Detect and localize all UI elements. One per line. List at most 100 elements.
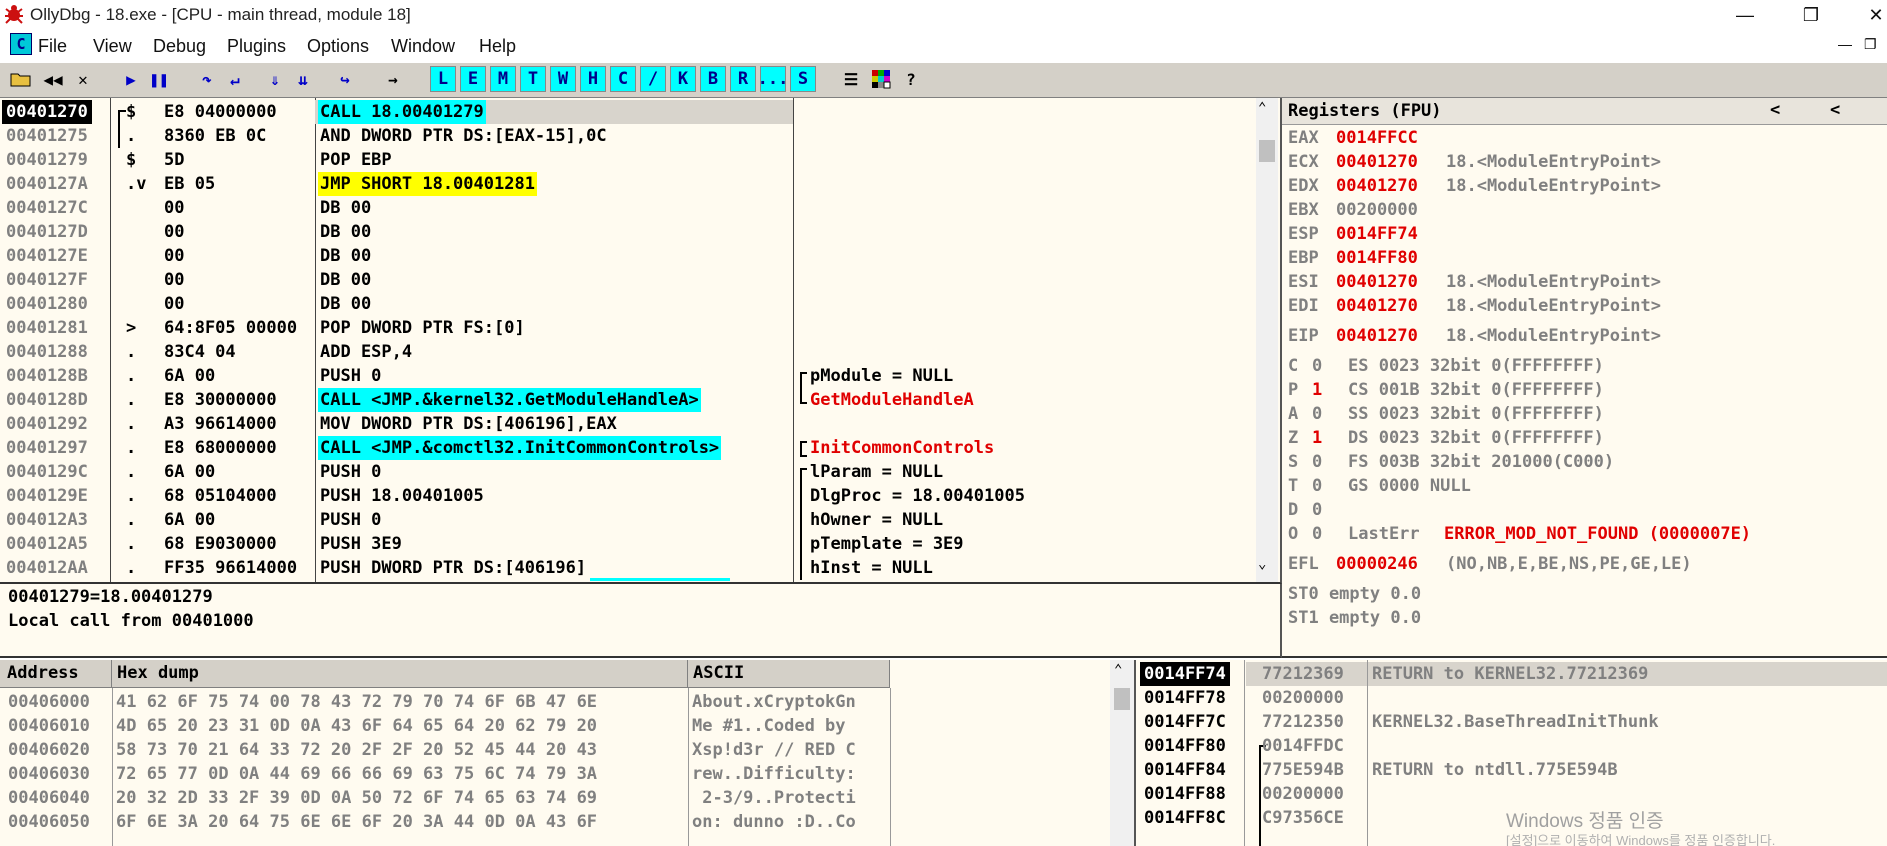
- tb-runtrace-button[interactable]: ...: [758, 66, 788, 92]
- dump-header-hex[interactable]: Hex dump: [112, 660, 688, 688]
- stack-row[interactable]: 0014FF84 775E594B RETURN to ntdll.775E594B: [1136, 758, 1887, 782]
- register-value[interactable]: 0014FFCC: [1336, 126, 1418, 150]
- menu-help[interactable]: Help: [479, 36, 516, 57]
- restart-icon[interactable]: ◀◀: [40, 66, 66, 92]
- disasm-row[interactable]: 0040127C 00 DB 00: [0, 196, 1256, 220]
- disasm-row[interactable]: 00401279 $5D POP EBP: [0, 148, 1256, 172]
- dump-scroll-up-icon[interactable]: ⌃: [1114, 662, 1122, 678]
- step-over-icon[interactable]: ↵: [222, 66, 248, 92]
- trace-into-icon[interactable]: ⇓: [262, 66, 288, 92]
- stack-row[interactable]: 0014FF88 00200000: [1136, 782, 1887, 806]
- disasm-row[interactable]: 0040129E. 68 05104000 PUSH 18.00401005 DlgP…: [0, 484, 1256, 508]
- tb-log-button[interactable]: L: [430, 66, 456, 92]
- tb-callstack-button[interactable]: K: [670, 66, 696, 92]
- stack-row[interactable]: 0014FF80 0014FFDC: [1136, 734, 1887, 758]
- close-button[interactable]: ✕: [1853, 0, 1887, 30]
- tb-cpu-button[interactable]: C: [610, 66, 636, 92]
- go-to-icon[interactable]: →: [380, 66, 406, 92]
- help-icon[interactable]: ?: [898, 66, 924, 92]
- trace-over-icon[interactable]: ⇊: [290, 66, 316, 92]
- flag-value[interactable]: 0: [1312, 498, 1322, 522]
- disasm-row[interactable]: 00401275. 8360 EB 0C AND DWORD PTR DS:[EAX…: [0, 124, 1256, 148]
- flag-value[interactable]: 1: [1312, 378, 1322, 402]
- tb-references-button[interactable]: R: [730, 66, 756, 92]
- stack-row[interactable]: 0014FF78 00200000: [1136, 686, 1887, 710]
- registers-prev-icon[interactable]: <: [1770, 100, 1780, 120]
- disasm-row[interactable]: 004012A5. 68 E9030000 PUSH 3E9 pTemplate = …: [0, 532, 1256, 556]
- restore-button[interactable]: ❐: [1788, 0, 1834, 30]
- mdi-minimize-button[interactable]: —: [1838, 36, 1852, 52]
- register-row[interactable]: ESP 0014FF74: [1288, 222, 1878, 246]
- disasm-row[interactable]: 0040127E 00 DB 00: [0, 244, 1256, 268]
- register-value[interactable]: 00401270: [1336, 294, 1418, 318]
- dump-header-ascii[interactable]: ASCII: [688, 660, 890, 688]
- register-row[interactable]: EBP 0014FF80: [1288, 246, 1878, 270]
- register-row[interactable]: EDI 00401270 18.<ModuleEntryPoint>: [1288, 294, 1878, 318]
- registers-next-icon[interactable]: <: [1830, 100, 1840, 120]
- pause-icon[interactable]: ❚❚: [146, 66, 172, 92]
- run-icon[interactable]: ▶: [118, 66, 144, 92]
- menu-debug[interactable]: Debug: [153, 36, 206, 57]
- menu-plugins[interactable]: Plugins: [227, 36, 286, 57]
- mdi-restore-button[interactable]: ❐: [1864, 36, 1877, 53]
- tb-source-button[interactable]: S: [790, 66, 816, 92]
- flag-value[interactable]: 0: [1312, 522, 1322, 546]
- dump-row[interactable]: 00406040 20 32 2D 33 2F 39 0D 0A 50 72 6F…: [0, 786, 1110, 810]
- step-into-icon[interactable]: ↷: [194, 66, 220, 92]
- tb-breakpoints-button[interactable]: B: [700, 66, 726, 92]
- disasm-row[interactable]: 00401297. E8 68000000 CALL <JMP.&comctl32.…: [0, 436, 1256, 460]
- scroll-thumb[interactable]: [1259, 140, 1275, 162]
- disasm-row[interactable]: 004012A3. 6A 00 PUSH 0 hOwner = NULL: [0, 508, 1256, 532]
- flag-row[interactable]: T 0 GS 0000 NULL: [1288, 474, 1878, 498]
- tb-memory-button[interactable]: M: [490, 66, 516, 92]
- flag-row[interactable]: D0: [1288, 498, 1878, 522]
- scroll-down-icon[interactable]: ⌄: [1258, 556, 1266, 572]
- disasm-row[interactable]: 00401281 >64:8F05 00000 POP DWORD PTR FS:[…: [0, 316, 1256, 340]
- menu-view[interactable]: View: [93, 36, 132, 57]
- flag-row[interactable]: S 0 FS 003B 32bit 201000(C000): [1288, 450, 1878, 474]
- tb-threads-button[interactable]: T: [520, 66, 546, 92]
- dump-row[interactable]: 00406030 72 65 77 0D 0A 44 69 66 66 69 63…: [0, 762, 1110, 786]
- dump-row[interactable]: 00406020 58 73 70 21 64 33 72 20 2F 2F 20…: [0, 738, 1110, 762]
- menu-window[interactable]: Window: [391, 36, 455, 57]
- flag-row[interactable]: A 0 SS 0023 32bit 0(FFFFFFFF): [1288, 402, 1878, 426]
- register-value[interactable]: 00401270: [1336, 150, 1418, 174]
- flag-value[interactable]: 0: [1312, 354, 1322, 378]
- register-value[interactable]: 0014FF74: [1336, 222, 1418, 246]
- disasm-row[interactable]: 00401280 00 DB 00: [0, 292, 1256, 316]
- disasm-row[interactable]: 0040128D. E8 30000000 CALL <JMP.&kernel32.…: [0, 388, 1256, 412]
- disasm-row[interactable]: 00401288. 83C4 04 ADD ESP,4: [0, 340, 1256, 364]
- register-row-efl[interactable]: EFL 00000246 (NO,NB,E,BE,NS,PE,GE,LE): [1288, 552, 1878, 576]
- dump-pane[interactable]: Address Hex dump ASCII 00406000 41 62 6F …: [0, 660, 1136, 846]
- menu-file[interactable]: File: [38, 36, 67, 57]
- fpu-st0-row[interactable]: ST0 empty 0.0: [1288, 582, 1878, 606]
- disasm-row[interactable]: 0040127F 00 DB 00: [0, 268, 1256, 292]
- register-row[interactable]: EBX 00200000: [1288, 198, 1878, 222]
- register-value[interactable]: 0014FF80: [1336, 246, 1418, 270]
- flag-value[interactable]: 0: [1312, 402, 1322, 426]
- menu-options[interactable]: Options: [307, 36, 369, 57]
- flag-value[interactable]: 0: [1312, 474, 1322, 498]
- colors-icon[interactable]: [868, 66, 894, 92]
- dump-header-address[interactable]: Address: [0, 660, 112, 688]
- disasm-row[interactable]: 0040128B. 6A 00 PUSH 0 pModule = NULL: [0, 364, 1256, 390]
- minimize-button[interactable]: —: [1722, 0, 1768, 30]
- flag-row[interactable]: C 0 ES 0023 32bit 0(FFFFFFFF): [1288, 354, 1878, 378]
- stack-pane[interactable]: 0014FF74 77212369 RETURN to KERNEL32.77212…: [1136, 660, 1887, 846]
- dump-row[interactable]: 00406000 41 62 6F 75 74 00 78 43 72 79 70…: [0, 690, 1110, 714]
- stack-row[interactable]: 0014FF74 77212369 RETURN to KERNEL32.77212…: [1136, 662, 1887, 686]
- disassembly-pane[interactable]: 00401270 $ E8 04000000 CALL 18.00401279 0040…: [0, 98, 1282, 584]
- disasm-row[interactable]: 00401292. A3 96614000 MOV DWORD PTR DS:[40…: [0, 412, 1256, 436]
- flag-row[interactable]: Z 1 DS 0023 32bit 0(FFFFFFFF): [1288, 426, 1878, 450]
- register-row-eip[interactable]: EIP 00401270 18.<ModuleEntryPoint>: [1288, 324, 1878, 348]
- flag-row[interactable]: P 1 CS 001B 32bit 0(FFFFFFFF): [1288, 378, 1878, 402]
- tb-modules-button[interactable]: E: [460, 66, 486, 92]
- close-program-icon[interactable]: ✕: [70, 66, 96, 92]
- tb-patches-button[interactable]: /: [640, 66, 666, 92]
- tb-windows-button[interactable]: W: [550, 66, 576, 92]
- fpu-st1-row[interactable]: ST1 empty 0.0: [1288, 606, 1878, 630]
- disasm-row[interactable]: 0040127A .v EB 05 JMP SHORT 18.00401281: [0, 172, 1256, 196]
- scroll-up-icon[interactable]: ⌃: [1258, 100, 1266, 116]
- registers-pane[interactable]: Registers (FPU) < < EAX 0014FFCC ECX 004012…: [1282, 98, 1887, 658]
- register-row[interactable]: ESI 00401270 18.<ModuleEntryPoint>: [1288, 270, 1878, 294]
